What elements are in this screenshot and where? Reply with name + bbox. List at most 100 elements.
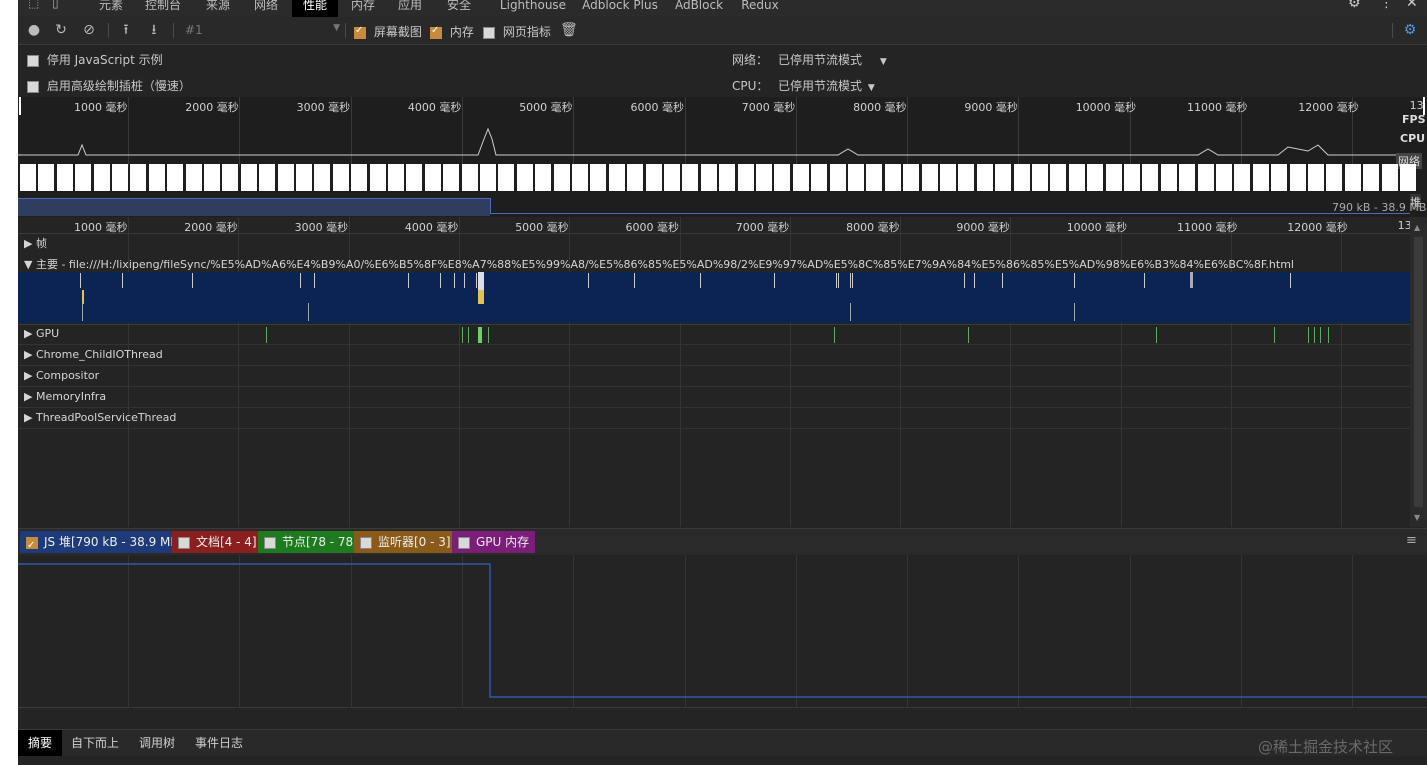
screenshot-thumbnail[interactable] bbox=[884, 164, 901, 191]
screenshot-thumbnail[interactable] bbox=[351, 164, 368, 191]
gpu-task[interactable] bbox=[834, 327, 835, 343]
main-thread-task[interactable] bbox=[964, 273, 965, 288]
main-thread-task[interactable] bbox=[1074, 303, 1075, 321]
flame-scrollbar[interactable]: ▲ ▼ bbox=[1410, 217, 1427, 527]
tab-redux[interactable]: Redux bbox=[740, 0, 780, 17]
main-thread-task[interactable] bbox=[408, 273, 409, 288]
thread-track-threadpoolservicethread[interactable]: ▶ ThreadPoolServiceThread bbox=[24, 411, 176, 424]
network-throttle-select[interactable]: 已停用节流模式 ▼ bbox=[778, 51, 887, 68]
main-thread-task[interactable] bbox=[974, 273, 975, 288]
main-thread-task[interactable] bbox=[478, 272, 484, 290]
screenshot-thumbnail[interactable] bbox=[627, 164, 644, 191]
scrollbar-thumb[interactable] bbox=[1414, 237, 1423, 507]
screenshot-thumbnail[interactable] bbox=[958, 164, 975, 191]
screenshot-thumbnail[interactable] bbox=[1068, 164, 1085, 191]
main-thread-task[interactable] bbox=[122, 273, 123, 288]
main-thread-task[interactable] bbox=[700, 273, 701, 288]
screenshot-thumbnail[interactable] bbox=[995, 164, 1012, 191]
screenshot-thumbnail[interactable] bbox=[866, 164, 883, 191]
disable-js-samples-checkbox[interactable]: 停用 JavaScript 示例 bbox=[27, 51, 163, 68]
screenshot-thumbnail[interactable] bbox=[296, 164, 312, 191]
main-thread-task[interactable] bbox=[852, 273, 853, 288]
screenshot-thumbnail[interactable] bbox=[277, 164, 294, 191]
screenshot-thumbnail[interactable] bbox=[1289, 164, 1306, 191]
screenshot-thumbnail[interactable] bbox=[222, 164, 239, 191]
main-thread-task[interactable] bbox=[1144, 273, 1145, 288]
screenshot-thumbnail[interactable] bbox=[38, 164, 55, 191]
screenshot-thumbnail[interactable] bbox=[1381, 164, 1398, 191]
screenshot-thumbnail[interactable] bbox=[553, 164, 570, 191]
gpu-task[interactable] bbox=[488, 327, 489, 343]
gpu-task[interactable] bbox=[1274, 327, 1275, 343]
screenshot-thumbnail[interactable] bbox=[572, 164, 588, 191]
screenshot-thumbnail[interactable] bbox=[1234, 164, 1251, 191]
main-track[interactable]: ▼ 主要 - file:///H:/lixipeng/fileSync/%E5%… bbox=[24, 256, 1294, 272]
legend-2[interactable]: 节点[78 - 78] bbox=[258, 531, 364, 553]
screenshot-thumbnail[interactable] bbox=[1032, 164, 1048, 191]
screenshot-thumbnail[interactable] bbox=[645, 164, 662, 191]
screenshot-thumbnail[interactable] bbox=[424, 164, 441, 191]
screenshot-thumbnail[interactable] bbox=[756, 164, 772, 191]
screenshot-thumbnail[interactable] bbox=[93, 164, 110, 191]
screenshot-thumbnail[interactable] bbox=[240, 164, 257, 191]
gpu-task[interactable] bbox=[468, 327, 469, 343]
main-thread-task[interactable] bbox=[314, 273, 315, 288]
screenshots-checkbox[interactable]: 屏幕截图 bbox=[354, 23, 422, 40]
trash-icon[interactable]: 🗑 bbox=[560, 22, 578, 38]
tab-application[interactable]: 应用 bbox=[395, 0, 425, 17]
main-thread-task[interactable] bbox=[588, 273, 589, 288]
screenshot-thumbnail[interactable] bbox=[1087, 164, 1104, 191]
tab-summary[interactable]: 摘要 bbox=[18, 730, 63, 756]
screenshot-thumbnail[interactable] bbox=[498, 164, 515, 191]
screenshot-thumbnail[interactable] bbox=[1308, 164, 1324, 191]
screenshot-thumbnail[interactable] bbox=[112, 164, 128, 191]
gpu-task[interactable] bbox=[968, 327, 969, 343]
memory-graph[interactable] bbox=[18, 555, 1427, 707]
close-devtools-icon[interactable]: ✕ bbox=[1406, 0, 1418, 11]
gpu-task[interactable] bbox=[1156, 327, 1157, 343]
script-task[interactable] bbox=[478, 290, 484, 304]
tab-lighthouse[interactable]: Lighthouse bbox=[498, 0, 568, 17]
main-thread-task[interactable] bbox=[838, 273, 839, 288]
screenshot-thumbnail[interactable] bbox=[976, 164, 993, 191]
screenshot-thumbnail[interactable] bbox=[719, 164, 736, 191]
screenshot-thumbnail[interactable] bbox=[608, 164, 625, 191]
screenshot-thumbnail[interactable] bbox=[259, 164, 276, 191]
tab-adblock[interactable]: AdBlock bbox=[673, 0, 725, 17]
thread-track-gpu[interactable]: ▶ GPU bbox=[24, 327, 59, 340]
screenshot-thumbnail[interactable] bbox=[903, 164, 920, 191]
main-thread-task[interactable] bbox=[308, 303, 309, 321]
screenshot-thumbnail[interactable] bbox=[829, 164, 846, 191]
memory-checkbox[interactable]: 内存 bbox=[430, 23, 474, 40]
timeline-overview[interactable]: 1000 毫秒 2000 毫秒 3000 毫秒 4000 毫秒 5000 毫秒 6000 … bbox=[18, 97, 1427, 217]
screenshot-thumbnail[interactable] bbox=[185, 164, 202, 191]
main-thread-task[interactable] bbox=[836, 273, 837, 288]
screenshot-thumbnail[interactable] bbox=[1252, 164, 1269, 191]
main-thread-task[interactable] bbox=[634, 273, 635, 288]
screenshot-thumbnail[interactable] bbox=[1179, 164, 1196, 191]
main-thread-task[interactable] bbox=[464, 273, 465, 288]
legend-0[interactable]: JS 堆[790 kB - 38.9 MB] bbox=[20, 531, 190, 557]
gpu-task[interactable] bbox=[266, 327, 267, 343]
gpu-task[interactable] bbox=[1308, 327, 1309, 343]
gpu-task[interactable] bbox=[1314, 327, 1315, 343]
tab-elements[interactable]: 元素 bbox=[96, 0, 126, 17]
frames-track[interactable]: ▶ 帧 bbox=[24, 235, 47, 251]
main-thread-task[interactable] bbox=[1190, 272, 1193, 288]
device-toolbar-icon[interactable]: ▯ bbox=[52, 0, 59, 10]
settings-gear-icon[interactable]: ⚙ bbox=[1348, 0, 1361, 11]
screenshot-thumbnail[interactable] bbox=[1197, 164, 1214, 191]
screenshot-thumbnail[interactable] bbox=[1124, 164, 1140, 191]
main-thread-task[interactable] bbox=[1002, 273, 1003, 288]
screenshot-thumbnail[interactable] bbox=[590, 164, 607, 191]
tab-memory[interactable]: 内存 bbox=[348, 0, 378, 17]
screenshot-thumbnail[interactable] bbox=[314, 164, 331, 191]
main-thread-task[interactable] bbox=[850, 303, 851, 321]
main-thread-task[interactable] bbox=[1290, 273, 1291, 288]
screenshot-thumbnail[interactable] bbox=[535, 164, 552, 191]
main-thread-task[interactable] bbox=[192, 273, 193, 288]
capture-settings-gear-icon[interactable]: ⚙ bbox=[1402, 22, 1418, 38]
main-thread-task[interactable] bbox=[476, 273, 477, 288]
screenshot-thumbnail[interactable] bbox=[130, 164, 147, 191]
tab-network[interactable]: 网络 bbox=[251, 0, 281, 17]
